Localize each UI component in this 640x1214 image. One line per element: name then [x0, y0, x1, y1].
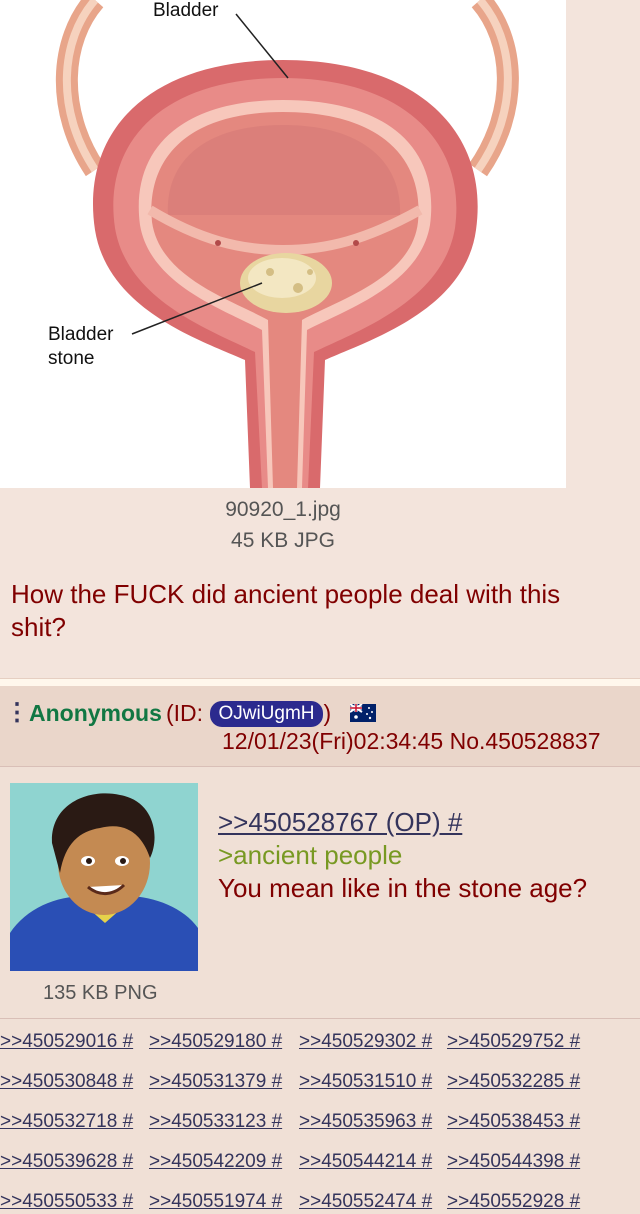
backlink[interactable]: >>450544214 #	[299, 1151, 432, 1173]
quote-link-op[interactable]: >>450528767 (OP) #	[218, 806, 587, 839]
reply-header: ⋮ Anonymous (ID: OJwiUgmH) 12/01/23(Fri)…	[0, 686, 640, 767]
backlink[interactable]: >>450531379 #	[149, 1071, 282, 1093]
label-stone-2: stone	[48, 348, 94, 369]
reply-post: ⋮ Anonymous (ID: OJwiUgmH) 12/01/23(Fri)…	[0, 686, 640, 1214]
poster-id-badge[interactable]: OJwiUgmH	[210, 701, 323, 727]
backlink[interactable]: >>450530848 #	[0, 1071, 133, 1093]
op-filesize: 45 KB JPG	[231, 529, 335, 552]
op-post: Bladder Bladder stone 90920_1.jpg 45 KB …	[0, 0, 640, 678]
backlink[interactable]: >>450529302 #	[299, 1031, 432, 1053]
backlink[interactable]: >>450539628 #	[0, 1151, 133, 1173]
reply-message: >>450528767 (OP) # >ancient people You m…	[218, 806, 587, 905]
backlink[interactable]: >>450535963 #	[299, 1111, 432, 1133]
backlink[interactable]: >>450529016 #	[0, 1031, 133, 1053]
poster-name: Anonymous	[29, 700, 162, 726]
post-menu-icon[interactable]: ⋮	[5, 698, 29, 727]
op-message: How the FUCK did ancient people deal wit…	[11, 579, 561, 642]
backlink[interactable]: >>450532285 #	[447, 1071, 580, 1093]
backlink[interactable]: >>450529180 #	[149, 1031, 282, 1053]
backlink[interactable]: >>450533123 #	[149, 1111, 282, 1133]
backlink[interactable]: >>450532718 #	[0, 1111, 133, 1133]
backlink[interactable]: >>450531510 #	[299, 1071, 432, 1093]
greentext-line: >ancient people	[218, 840, 403, 870]
reply-text: You mean like in the stone age?	[218, 873, 588, 903]
reply-thumbnail-image[interactable]	[10, 783, 198, 971]
label-bladder: Bladder	[153, 0, 219, 21]
bladder-illustration: Bladder Bladder stone	[48, 0, 519, 488]
backlink[interactable]: >>450542209 #	[149, 1151, 282, 1173]
backlink[interactable]: >>450552474 #	[299, 1191, 432, 1213]
thumb-filesize: 135 KB PNG	[43, 982, 158, 1004]
id-prefix: (ID:	[166, 700, 210, 726]
cartoon-boy-illustration	[10, 783, 198, 971]
op-filename[interactable]: 90920_1.jpg	[0, 498, 566, 522]
label-stone-1: Bladder	[48, 324, 114, 345]
australia-flag-icon	[350, 704, 376, 722]
id-suffix: )	[323, 700, 332, 726]
backlink-separator	[0, 1018, 640, 1019]
backlink[interactable]: >>450529752 #	[447, 1031, 580, 1053]
op-image-bladder-diagram[interactable]: Bladder Bladder stone	[0, 0, 566, 488]
backlink[interactable]: >>450538453 #	[447, 1111, 580, 1133]
backlink[interactable]: >>450551974 #	[149, 1191, 282, 1213]
backlink[interactable]: >>450550533 #	[0, 1191, 133, 1213]
backlink[interactable]: >>450552928 #	[447, 1191, 580, 1213]
poster-id: (ID: OJwiUgmH)	[166, 700, 331, 727]
backlink[interactable]: >>450544398 #	[447, 1151, 580, 1173]
post-datetime-number[interactable]: 12/01/23(Fri)02:34:45 No.450528837	[222, 728, 601, 755]
